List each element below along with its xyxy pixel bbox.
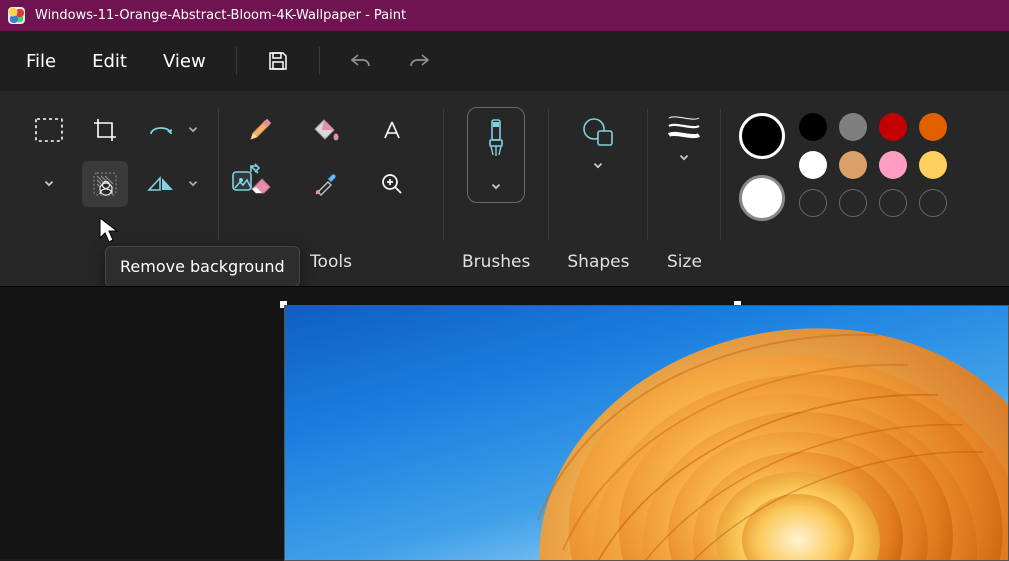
- brush-icon: [483, 118, 509, 158]
- size-dropdown[interactable]: [666, 107, 702, 165]
- chevron-down-icon: [489, 180, 503, 194]
- redo-button[interactable]: [396, 41, 442, 81]
- divider: [319, 47, 320, 75]
- resize-tool[interactable]: [222, 155, 268, 201]
- text-tool[interactable]: [369, 107, 415, 153]
- rotate-tool[interactable]: [138, 107, 200, 153]
- select-dropdown[interactable]: [26, 173, 72, 195]
- palette-swatch[interactable]: [839, 189, 867, 217]
- fill-tool[interactable]: [303, 107, 349, 153]
- brushes-label: Brushes: [462, 240, 530, 286]
- size-icon: [666, 113, 702, 141]
- canvas-area: [0, 286, 1009, 559]
- titlebar: Windows-11-Orange-Abstract-Bloom-4K-Wall…: [0, 0, 1009, 31]
- menubar: File Edit View: [0, 31, 1009, 91]
- section-brushes: Brushes: [450, 99, 542, 286]
- section-shapes: Shapes: [555, 99, 641, 286]
- canvas-image: [488, 305, 1009, 561]
- menu-file[interactable]: File: [14, 43, 68, 80]
- separator: [218, 109, 219, 240]
- flip-tool[interactable]: [138, 161, 200, 207]
- palette-swatch[interactable]: [919, 113, 947, 141]
- chevron-down-icon: [591, 159, 605, 173]
- separator: [720, 109, 721, 240]
- section-size: Size: [654, 99, 714, 286]
- shapes-icon: [580, 113, 616, 149]
- menu-view[interactable]: View: [151, 43, 218, 80]
- paint-app-icon: [8, 7, 25, 24]
- shapes-dropdown[interactable]: [580, 107, 616, 173]
- chevron-down-icon: [677, 151, 691, 165]
- size-label: Size: [667, 240, 702, 286]
- mouse-cursor: [98, 217, 120, 245]
- color-palette: [799, 113, 947, 217]
- undo-button[interactable]: [338, 41, 384, 81]
- separator: [647, 109, 648, 240]
- palette-swatch[interactable]: [879, 113, 907, 141]
- color-secondary[interactable]: [739, 175, 785, 221]
- palette-swatch[interactable]: [839, 151, 867, 179]
- menu-edit[interactable]: Edit: [80, 43, 139, 80]
- canvas[interactable]: [284, 305, 1009, 561]
- remove-background-button[interactable]: [82, 161, 128, 207]
- tooltip-remove-background: Remove background: [105, 246, 300, 287]
- color-picker-tool[interactable]: [303, 161, 349, 207]
- window-title: Windows-11-Orange-Abstract-Bloom-4K-Wall…: [35, 8, 406, 23]
- tools-label: Tools: [310, 240, 352, 286]
- palette-swatch[interactable]: [919, 151, 947, 179]
- brushes-dropdown[interactable]: [467, 107, 525, 203]
- palette-swatch[interactable]: [799, 113, 827, 141]
- palette-swatch[interactable]: [919, 189, 947, 217]
- palette-swatch[interactable]: [839, 113, 867, 141]
- divider: [236, 47, 237, 75]
- separator: [548, 109, 549, 240]
- palette-swatch[interactable]: [799, 151, 827, 179]
- magnifier-tool[interactable]: [369, 161, 415, 207]
- section-colors: [727, 99, 947, 286]
- palette-swatch[interactable]: [799, 189, 827, 217]
- separator: [443, 109, 444, 240]
- pencil-tool[interactable]: [237, 107, 283, 153]
- shapes-label: Shapes: [567, 240, 629, 286]
- palette-swatch[interactable]: [879, 189, 907, 217]
- save-button[interactable]: [255, 41, 301, 81]
- color-primary[interactable]: [739, 113, 785, 159]
- select-tool[interactable]: [26, 107, 72, 153]
- palette-swatch[interactable]: [879, 151, 907, 179]
- crop-tool[interactable]: [82, 107, 128, 153]
